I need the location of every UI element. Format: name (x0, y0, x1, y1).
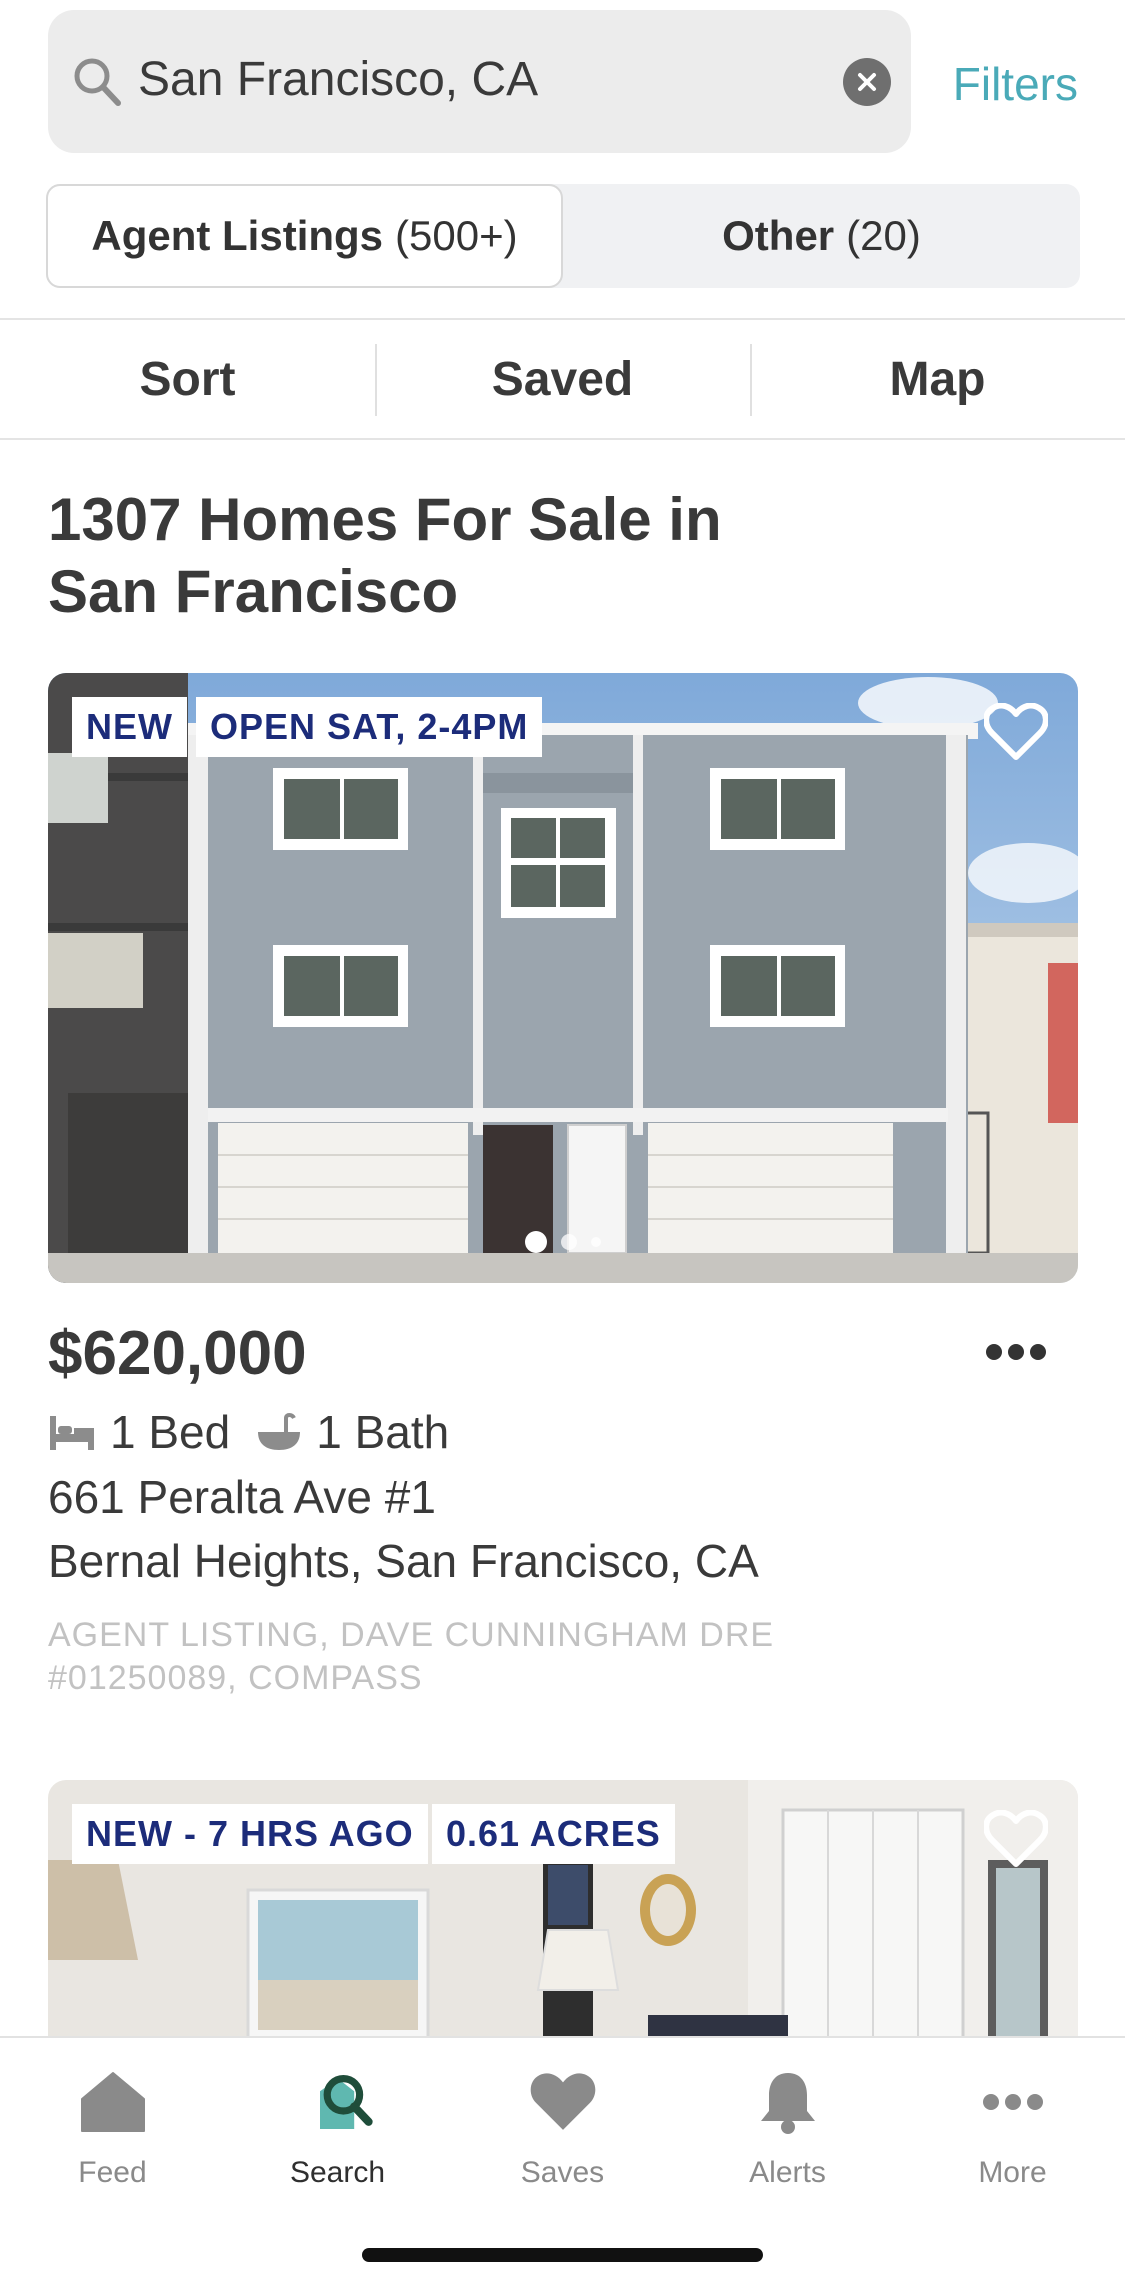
tab-search[interactable]: Search (225, 2066, 450, 2190)
home-icon (80, 2072, 145, 2132)
map-button[interactable]: Map (750, 320, 1125, 438)
more-options-icon[interactable] (984, 1340, 1048, 1364)
listing-disclaimer: AGENT LISTING, DAVE CUNNINGHAM DRE #0125… (48, 1614, 848, 1700)
bell-icon (760, 2073, 815, 2134)
tab-alerts[interactable]: Alerts (675, 2066, 900, 2190)
saved-button[interactable]: Saved (375, 320, 750, 438)
results-heading-line2: San Francisco (48, 558, 459, 625)
listing-specs: 1 Bed 1 Bath (48, 1405, 449, 1459)
tab-other-listings-label: Other (722, 212, 835, 259)
search-input[interactable]: San Francisco, CA (48, 10, 911, 153)
tab-agent-listings[interactable]: Agent Listings (500+) (46, 184, 563, 288)
tab-feed[interactable]: Feed (0, 2066, 225, 2190)
tab-search-label: Search (289, 2156, 386, 2189)
pager-dot (561, 1234, 577, 1250)
listing-photo[interactable]: NEW OPEN SAT, 2-4PM (48, 673, 1078, 1283)
clear-search-button[interactable] (843, 58, 891, 106)
listing-badge-open-house: OPEN SAT, 2-4PM (196, 697, 543, 757)
pager-dot (591, 1237, 601, 1247)
listing-price: $620,000 (48, 1319, 307, 1388)
listing-badge-new-time: NEW - 7 HRS AGO (72, 1804, 428, 1864)
house-photo (48, 673, 1078, 1283)
pager-dot-active (525, 1231, 547, 1253)
listing-badge-new: NEW (72, 697, 187, 757)
tab-more-label: More (978, 2156, 1047, 2189)
search-home-icon (319, 2074, 373, 2129)
listing-photo[interactable]: NEW - 7 HRS AGO 0.61 ACRES (48, 1780, 1078, 2040)
results-heading: 1307 Homes For Sale in San Francisco (48, 484, 808, 628)
bottom-tab-bar: Feed Search Saves Alerts More (0, 2036, 1125, 2284)
listing-address[interactable]: 661 Peralta Ave #1 (48, 1470, 436, 1524)
filters-button[interactable]: Filters (953, 56, 1078, 112)
tab-other-listings-count: (20) (846, 212, 921, 259)
search-icon (74, 58, 121, 106)
bed-icon (50, 1416, 94, 1450)
more-dots-icon (982, 2094, 1043, 2110)
listing-neighborhood: Bernal Heights, San Francisco, CA (48, 1535, 759, 1587)
listing-type-segment: Agent Listings (500+) Other (20) (46, 184, 1080, 288)
listing-disclaimer-line1: AGENT LISTING, DAVE CUNNINGHAM DRE (48, 1616, 775, 1654)
tab-agent-listings-label: Agent Listings (91, 212, 384, 259)
search-value[interactable]: San Francisco, CA (138, 50, 538, 110)
bathtub-icon (258, 1413, 301, 1450)
search-row: San Francisco, CA Filters (48, 10, 1078, 153)
listing-baths: 1 Bath (316, 1406, 450, 1458)
listing-badge-acres: 0.61 ACRES (432, 1804, 675, 1864)
close-icon (858, 73, 876, 91)
tab-other-listings[interactable]: Other (20) (563, 184, 1080, 288)
heart-icon (530, 2073, 595, 2130)
tab-feed-label: Feed (78, 2156, 147, 2189)
save-heart-icon[interactable] (984, 703, 1048, 761)
tab-agent-listings-count: (500+) (395, 212, 518, 259)
results-toolbar: Sort Saved Map (0, 318, 1125, 440)
listing-beds: 1 Bed (110, 1406, 231, 1458)
results-heading-line1: 1307 Homes For Sale in (48, 486, 722, 553)
photo-pager[interactable] (48, 1231, 1078, 1253)
tab-more[interactable]: More (900, 2066, 1125, 2190)
save-heart-icon[interactable] (984, 1810, 1048, 1868)
tab-alerts-label: Alerts (749, 2156, 826, 2189)
tab-saves-label: Saves (520, 2156, 605, 2189)
sort-button[interactable]: Sort (0, 320, 375, 438)
home-indicator[interactable] (362, 2248, 763, 2262)
listing-disclaimer-line2: #01250089, COMPASS (48, 1659, 423, 1697)
tab-saves[interactable]: Saves (450, 2066, 675, 2190)
